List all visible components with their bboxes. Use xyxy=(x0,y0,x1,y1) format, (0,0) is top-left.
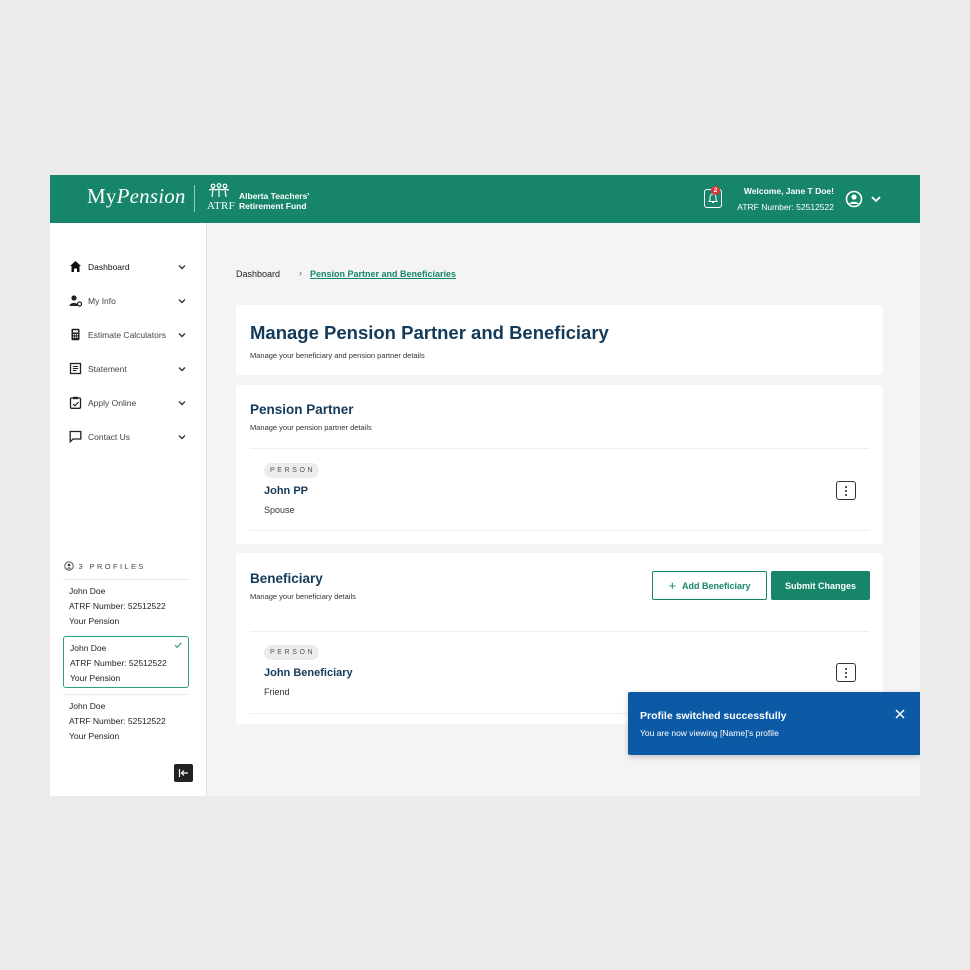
profile-card[interactable]: John Doe ATRF Number: 52512522 Your Pens… xyxy=(63,579,189,631)
plus-icon: + xyxy=(668,578,677,593)
header-atrf-number: ATRF Number: 52512522 xyxy=(737,202,834,212)
clipboard-icon xyxy=(69,396,82,409)
more-options-button[interactable] xyxy=(836,481,856,500)
person-chip: PERSON xyxy=(264,463,320,478)
section-subtitle: Manage your beneficiary details xyxy=(250,592,356,601)
notification-badge: 2 xyxy=(711,186,720,195)
breadcrumb-separator: › xyxy=(299,268,302,278)
account-circle-icon[interactable] xyxy=(845,190,863,208)
person-card: PERSON John PP Spouse xyxy=(250,448,869,531)
calculator-icon xyxy=(71,328,80,341)
add-beneficiary-button[interactable]: + Add Beneficiary xyxy=(652,571,767,600)
profiles-icon xyxy=(64,561,74,571)
profile-name: John Doe xyxy=(69,586,106,596)
profile-card[interactable]: John Doe ATRF Number: 52512522 Your Pens… xyxy=(63,694,189,746)
more-options-button[interactable] xyxy=(836,663,856,682)
document-icon xyxy=(69,362,82,375)
sidebar-item-label: Dashboard xyxy=(88,262,130,272)
chevron-down-icon[interactable] xyxy=(177,262,187,272)
chat-icon xyxy=(69,430,82,443)
app-window: MyPension ATRF Alberta Teachers' Retirem… xyxy=(50,175,920,796)
person-relation: Friend xyxy=(264,687,290,697)
sidebar-item-contact-us[interactable]: Contact Us xyxy=(69,427,189,447)
profile-number: ATRF Number: 52512522 xyxy=(69,601,166,612)
person-relation: Spouse xyxy=(264,505,295,515)
atrf-wordmark: ATRF xyxy=(207,200,236,212)
chevron-down-icon[interactable] xyxy=(870,193,882,205)
breadcrumb-dashboard[interactable]: Dashboard xyxy=(236,269,280,279)
user-settings-icon xyxy=(69,295,82,307)
submit-changes-button[interactable]: Submit Changes xyxy=(771,571,870,600)
breadcrumb-current[interactable]: Pension Partner and Beneficiaries xyxy=(310,269,456,279)
sidebar-item-dashboard[interactable]: Dashboard xyxy=(69,257,189,277)
sidebar-item-label: Apply Online xyxy=(88,398,137,408)
profile-tag: Your Pension xyxy=(69,731,120,742)
sidebar: Dashboard My Info Estimate Calculators S… xyxy=(50,223,207,796)
collapse-sidebar-button[interactable] xyxy=(174,764,193,782)
org-name: Alberta Teachers' Retirement Fund xyxy=(239,191,310,211)
profile-name: John Doe xyxy=(70,643,107,653)
sidebar-item-apply-online[interactable]: Apply Online xyxy=(69,393,189,413)
chevron-down-icon[interactable] xyxy=(177,432,187,442)
person-name: John Beneficiary xyxy=(264,667,353,679)
page-subtitle: Manage your beneficiary and pension part… xyxy=(250,351,425,360)
sidebar-item-my-info[interactable]: My Info xyxy=(69,291,189,311)
sidebar-item-statement[interactable]: Statement xyxy=(69,359,189,379)
toast-title: Profile switched successfully xyxy=(640,710,787,722)
home-icon xyxy=(70,261,81,272)
pension-partner-card: Pension Partner Manage your pension part… xyxy=(236,385,883,544)
chevron-down-icon[interactable] xyxy=(177,398,187,408)
profile-number: ATRF Number: 52512522 xyxy=(70,658,167,669)
profile-tag: Your Pension xyxy=(70,673,121,684)
close-icon[interactable] xyxy=(894,708,906,720)
chevron-down-icon[interactable] xyxy=(177,296,187,306)
sidebar-item-estimate-calculators[interactable]: Estimate Calculators xyxy=(69,325,189,345)
check-icon xyxy=(174,642,182,649)
chevron-down-icon[interactable] xyxy=(177,364,187,374)
person-chip: PERSON xyxy=(264,645,320,660)
toast-notification: Profile switched successfully You are no… xyxy=(628,692,920,755)
logo-divider xyxy=(194,185,195,212)
sidebar-item-label: Estimate Calculators xyxy=(88,330,166,340)
sidebar-item-label: Statement xyxy=(88,364,127,374)
section-subtitle: Manage your pension partner details xyxy=(250,423,372,432)
person-name: John PP xyxy=(264,485,309,497)
profile-name: John Doe xyxy=(69,701,106,711)
top-header: MyPension ATRF Alberta Teachers' Retirem… xyxy=(50,175,920,223)
welcome-text: Welcome, Jane T Doe! xyxy=(743,186,834,196)
toast-message: You are now viewing [Name]'s profile xyxy=(640,728,779,738)
chevron-down-icon[interactable] xyxy=(177,330,187,340)
sidebar-item-label: My Info xyxy=(88,296,116,306)
collapse-icon xyxy=(178,769,188,777)
profile-number: ATRF Number: 52512522 xyxy=(69,716,166,727)
section-title: Beneficiary xyxy=(250,571,323,586)
sidebar-item-label: Contact Us xyxy=(88,432,131,442)
profile-card-selected[interactable]: John Doe ATRF Number: 52512522 Your Pens… xyxy=(63,636,189,688)
section-title: Pension Partner xyxy=(250,402,354,417)
page-header-card: Manage Pension Partner and Beneficiary M… xyxy=(236,305,883,375)
profile-tag: Your Pension xyxy=(69,616,120,627)
mypension-logo[interactable]: MyPension xyxy=(87,184,186,209)
page-title: Manage Pension Partner and Beneficiary xyxy=(250,322,609,343)
profiles-heading: 3 PROFILES xyxy=(64,561,146,571)
